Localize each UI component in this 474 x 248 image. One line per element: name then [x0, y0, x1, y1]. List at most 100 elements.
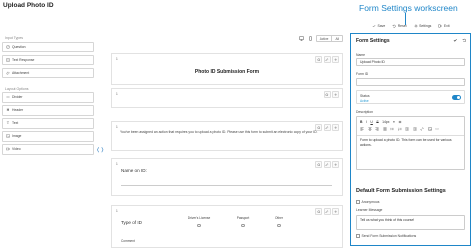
canvas-blocks: 1 Photo ID Submission Form 1 1 You've be… — [111, 0, 343, 248]
code-icon[interactable] — [435, 127, 439, 131]
settings-icon[interactable] — [315, 208, 322, 215]
drag-icon[interactable] — [332, 124, 339, 131]
send-notifications-label: Send Form Submission Notifications — [361, 234, 417, 238]
indent-icon[interactable] — [405, 127, 409, 131]
answer-line — [121, 185, 332, 186]
radio-button[interactable] — [277, 223, 281, 227]
justify-icon[interactable] — [382, 127, 387, 131]
send-notifications-checkbox[interactable] — [356, 234, 360, 238]
gear-icon — [414, 24, 417, 28]
question-label: Type of ID — [121, 220, 142, 225]
reset-button[interactable]: Reset — [392, 24, 407, 28]
underline-button[interactable]: U — [370, 120, 372, 124]
drag-icon[interactable] — [332, 208, 339, 215]
sidebar-item-divider[interactable]: Divider — [2, 92, 94, 103]
attachment-icon — [6, 71, 10, 75]
status-value: Active — [360, 98, 369, 103]
form-id-label: Form ID — [356, 72, 369, 76]
block-actions — [315, 56, 339, 63]
outdent-icon[interactable] — [412, 127, 417, 131]
collapse-sidebar-icon[interactable]: ❬❭ — [96, 147, 104, 153]
sidebar-item-label: Video — [12, 147, 21, 152]
bold-button[interactable]: B — [360, 120, 362, 124]
line-height-select[interactable]: ≡ — [393, 120, 395, 124]
bullet-list-icon[interactable] — [390, 127, 394, 131]
radio-button[interactable] — [241, 223, 245, 227]
editor-divider — [357, 135, 464, 136]
settings-icon[interactable] — [315, 56, 322, 63]
status-row: Status Active — [356, 90, 465, 104]
option-passport[interactable]: Passport — [228, 216, 258, 227]
radio-button[interactable] — [197, 223, 201, 227]
description-text[interactable]: Form to upload a photo ID. This form can… — [360, 138, 461, 148]
block-number: 1 — [116, 57, 118, 61]
drag-icon[interactable] — [332, 161, 339, 168]
list-icon[interactable] — [398, 120, 402, 124]
settings-heading: Form Settings — [356, 38, 390, 44]
annotation-label: Form Settings workscreen — [359, 3, 458, 13]
undo-icon — [392, 24, 396, 28]
align-left-icon[interactable] — [360, 127, 364, 131]
name-field[interactable]: Upload Photo ID — [356, 58, 465, 66]
drag-icon[interactable] — [332, 91, 339, 98]
description-editor[interactable]: B I U S 14px ≡ Form to upload a photo ID… — [356, 116, 465, 170]
italic-button[interactable]: I — [366, 120, 367, 124]
editor-toolbar-row-1: B I U S 14px ≡ — [360, 119, 402, 125]
status-toggle[interactable] — [452, 95, 461, 100]
form-block-name-on-id[interactable]: 1 Name on ID: — [111, 158, 343, 196]
edit-icon[interactable] — [323, 161, 331, 168]
form-block-type-of-id[interactable]: 1 Type of ID Driver's License Passport O… — [111, 205, 343, 248]
save-button[interactable]: Save — [372, 24, 385, 28]
align-center-icon[interactable] — [367, 127, 372, 131]
option-other[interactable]: Other — [264, 216, 294, 227]
sidebar-item-image[interactable]: Image — [2, 131, 94, 142]
settings-icon[interactable] — [315, 161, 322, 168]
check-icon — [372, 25, 376, 28]
comment-label: Comment — [121, 239, 135, 243]
sidebar-item-text-response[interactable]: Text Response — [2, 54, 94, 65]
sidebar-item-video[interactable]: Video — [2, 144, 94, 155]
font-size-select[interactable]: 14px — [382, 120, 389, 124]
image-insert-icon[interactable] — [427, 127, 432, 131]
form-block-empty[interactable]: 1 — [111, 88, 343, 108]
sidebar-item-text[interactable]: T Text — [2, 118, 94, 129]
name-label: Name — [356, 53, 366, 57]
question-icon: ? — [6, 44, 10, 49]
sidebar-item-attachment[interactable]: Attachment — [2, 67, 94, 78]
link-icon[interactable] — [420, 127, 424, 131]
block-actions — [315, 161, 339, 168]
edit-icon[interactable] — [323, 56, 331, 63]
header-icon: H — [6, 108, 10, 112]
sidebar-item-question[interactable]: ? Question — [2, 41, 94, 52]
sidebar-item-label: Text Response — [12, 57, 35, 62]
strikethrough-button[interactable]: S — [376, 120, 378, 124]
block-number: 1 — [116, 92, 118, 96]
option-drivers-license[interactable]: Driver's License — [184, 216, 214, 227]
sidebar-item-label: Image — [12, 134, 22, 139]
learner-message-field[interactable]: Tell us what you think of this course! — [356, 215, 465, 230]
exit-button[interactable]: Exit — [438, 24, 450, 28]
form-block-title[interactable]: 1 Photo ID Submission Form — [111, 53, 343, 85]
drag-icon[interactable] — [332, 56, 339, 63]
anonymous-checkbox[interactable] — [356, 200, 360, 204]
edit-icon[interactable] — [323, 208, 331, 215]
check-icon[interactable] — [452, 37, 458, 43]
numbered-list-icon[interactable] — [397, 127, 402, 131]
question-label: Name on ID: — [121, 168, 147, 173]
settings-icon[interactable] — [323, 91, 331, 98]
send-notifications-row[interactable]: Send Form Submission Notifications — [356, 234, 416, 238]
settings-button[interactable]: Settings — [414, 24, 431, 28]
align-right-icon[interactable] — [375, 127, 379, 131]
form-id-field[interactable] — [356, 78, 465, 86]
text-response-icon — [6, 58, 10, 62]
sidebar-item-header[interactable]: H Header — [2, 105, 94, 116]
undo-icon[interactable] — [461, 37, 467, 43]
video-icon — [6, 147, 10, 151]
block-actions — [315, 208, 339, 215]
sidebar-item-label: Divider — [12, 95, 23, 100]
form-block-text[interactable]: 1 You've been assigned an action that re… — [111, 121, 343, 151]
block-number: 1 — [116, 125, 118, 129]
sidebar: Input Types ? Question Text Response Att… — [2, 34, 94, 157]
default-settings-heading: Default Form Submission Settings — [356, 188, 446, 194]
anonymous-checkbox-row[interactable]: Anonymous — [356, 200, 379, 204]
